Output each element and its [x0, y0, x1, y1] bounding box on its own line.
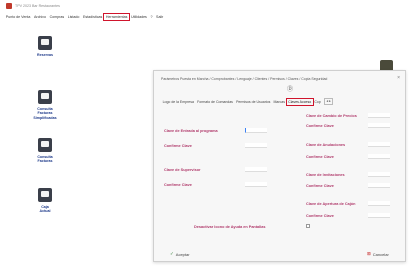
launcher-label: Consulta Facturas: [37, 155, 53, 164]
menu-item-8[interactable]: Salir: [154, 14, 165, 20]
left-field-label: Clave de Entrada al programa: [164, 129, 218, 133]
password-input[interactable]: [368, 201, 390, 206]
tab-scroll-arrows[interactable]: ◂ ▸: [324, 98, 333, 105]
launcher-2[interactable]: Consulta Facturas: [25, 138, 65, 164]
dialog-glyph-icon: Ⓓ: [287, 87, 294, 93]
help-icon-checkbox-label: Desactivar Icono de Ayuda en Pantallas: [194, 225, 266, 229]
right-field-label: Clave de Cambio de Precios: [306, 114, 357, 118]
left-field-label: Confirme Clave: [164, 183, 192, 187]
tab-0[interactable]: Logo de la Empresa: [161, 99, 196, 105]
accept-button[interactable]: ✓ Aceptar: [170, 250, 190, 258]
tab-1[interactable]: Formato de Comandas: [196, 99, 235, 105]
cancel-label: Cancelar: [372, 251, 389, 257]
app-title: TPV 2023 Bar Restaurantes: [15, 3, 60, 8]
right-field-label: Clave de Apertura de Cajón: [306, 202, 356, 206]
accept-label: Aceptar: [175, 251, 190, 257]
launcher-3[interactable]: Caja Actual: [25, 188, 65, 214]
check-icon: ✓: [170, 251, 174, 256]
launcher-label: Caja Actual: [39, 205, 51, 214]
menu-item-5[interactable]: Herramientas: [103, 13, 131, 21]
password-input[interactable]: [245, 143, 267, 148]
close-icon[interactable]: ×: [397, 75, 400, 81]
menu-item-3[interactable]: Listado: [66, 14, 81, 20]
right-field-label: Clave de Anulaciones: [306, 143, 346, 147]
left-field-label: Clave de Supervisor: [164, 168, 201, 172]
password-input[interactable]: [368, 183, 390, 188]
menu-bar: Punto de Venta Archivo Compras Listado Estad…: [4, 13, 165, 21]
dialog-title: Parámetros Puesta en Marcha / Comprobant…: [161, 77, 328, 81]
right-field-label: Confirme Clave: [306, 214, 334, 218]
password-input[interactable]: [245, 182, 267, 187]
menu-item-1[interactable]: Archivo: [32, 14, 48, 20]
cash-register-icon: [38, 188, 52, 202]
right-field-label: Clave de Invitaciones: [306, 173, 345, 177]
app-logo-icon: [6, 2, 12, 9]
parameters-dialog: Parámetros Puesta en Marcha / Comprobant…: [153, 70, 406, 262]
tab-2[interactable]: Permisos de Usuarios: [235, 99, 272, 105]
tab-4[interactable]: Claves Acceso: [285, 97, 314, 106]
password-input[interactable]: [245, 128, 267, 133]
launcher-label: Consulta Facturas Simplificadas: [33, 107, 57, 120]
right-field-label: Confirme Clave: [306, 184, 334, 188]
tab-5[interactable]: Cop: [313, 99, 323, 105]
calendar-icon: [38, 36, 52, 50]
menu-item-0[interactable]: Punto de Venta: [4, 14, 32, 20]
password-input[interactable]: [368, 172, 390, 177]
receipt-icon: [38, 90, 52, 104]
menu-item-6[interactable]: Utilidades: [129, 14, 148, 20]
password-input[interactable]: [245, 167, 267, 172]
launcher-1[interactable]: Consulta Facturas Simplificadas: [25, 90, 65, 120]
menu-item-2[interactable]: Compras: [48, 14, 66, 20]
password-input[interactable]: [368, 113, 390, 118]
launcher-0[interactable]: Reservas: [25, 36, 65, 57]
tab-3[interactable]: Marcas: [272, 99, 287, 105]
password-input[interactable]: [368, 142, 390, 147]
cancel-button[interactable]: ⊠ Cancelar: [367, 250, 389, 258]
left-field-label: Confirme Clave: [164, 144, 192, 148]
launcher-label: Reservas: [37, 53, 53, 57]
invoice-icon: [38, 138, 52, 152]
menu-item-4[interactable]: Estadísticas: [81, 14, 104, 20]
password-input[interactable]: [368, 123, 390, 128]
title-bar: TPV 2023 Bar Restaurantes: [0, 0, 420, 11]
right-field-label: Confirme Clave: [306, 155, 334, 159]
right-field-label: Confirme Clave: [306, 124, 334, 128]
password-input[interactable]: [368, 213, 390, 218]
tab-strip: Logo de la Empresa Formato de Comandas Per…: [161, 97, 333, 106]
password-input[interactable]: [368, 154, 390, 159]
help-icon-checkbox[interactable]: [306, 224, 310, 228]
cancel-icon: ⊠: [367, 251, 371, 256]
